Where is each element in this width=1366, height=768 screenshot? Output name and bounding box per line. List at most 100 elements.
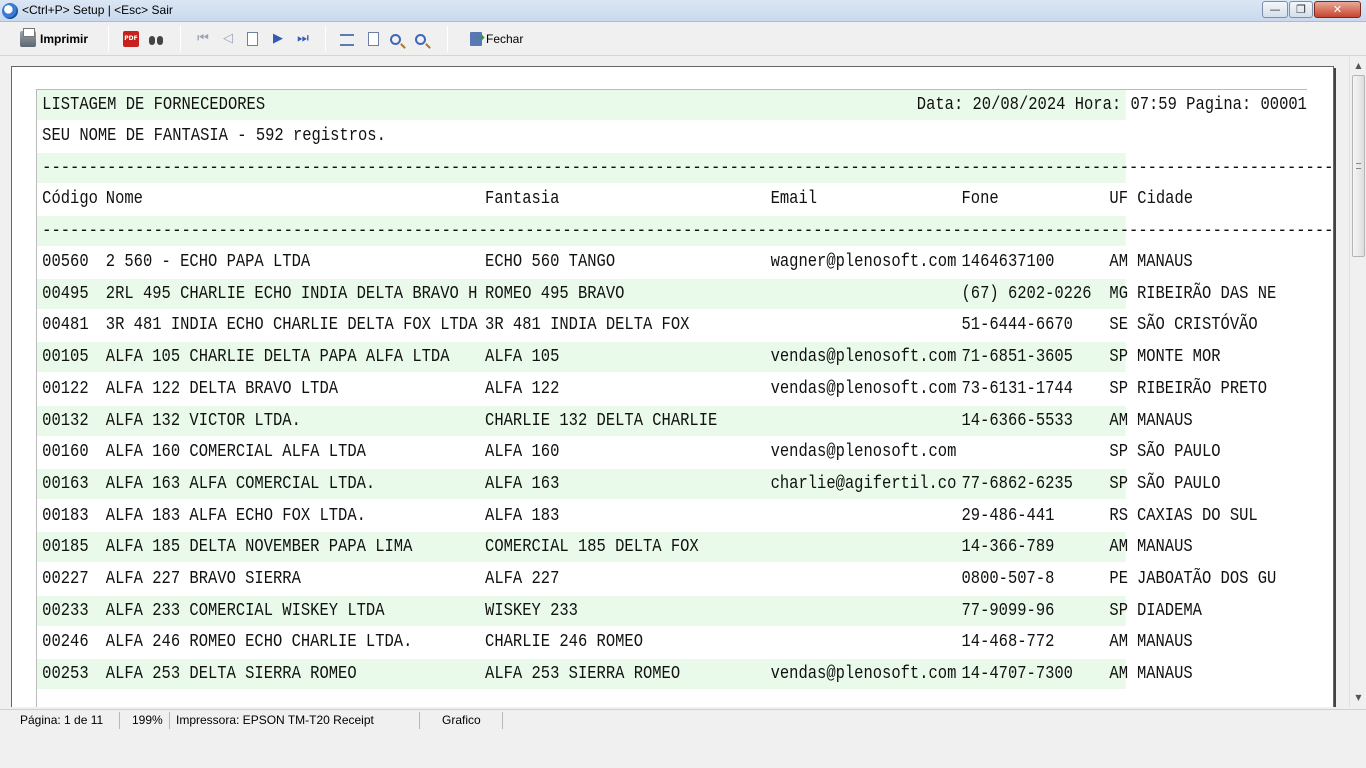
printer-icon	[20, 28, 36, 47]
table-row: 00481 3R 481 INDIA ECHO CHARLIE DELTA FOX…	[37, 310, 1258, 340]
cell-name: ALFA 246 ROMEO ECHO CHARLIE LTDA.	[105, 632, 413, 653]
cell-uf: MG	[1109, 283, 1129, 304]
cell-name: 2 560 - ECHO PAPA LTDA	[105, 252, 311, 272]
whole-page-button[interactable]	[366, 28, 379, 50]
cell-city: JABOATÃO DOS GU	[1136, 569, 1277, 589]
table-row: 00160 ALFA 160 COMERCIAL ALFA LTDA ALFA 16…	[37, 437, 1220, 467]
exit-icon	[470, 31, 485, 46]
status-zoom: 199%	[124, 712, 170, 729]
goto-page-button[interactable]	[245, 28, 258, 50]
maximize-button[interactable]: ❐	[1289, 1, 1313, 18]
cell-city: MONTE MOR	[1136, 347, 1221, 368]
toolbar-separator	[108, 26, 109, 52]
table-row: 00185 ALFA 185 DELTA NOVEMBER PAPA LIMA CO…	[37, 532, 1193, 563]
cell-name: ALFA 185 DELTA NOVEMBER PAPA LIMA	[105, 537, 413, 558]
report-viewer[interactable]: LISTAGEM DE FORNECEDORES Data: 20/08/202…	[0, 57, 1349, 707]
cell-city: MANAUS	[1136, 537, 1193, 558]
cell-city: MANAUS	[1136, 252, 1193, 272]
cell-email: vendas@plenosoft.com	[770, 378, 957, 399]
cell-city: SÃO CRISTÓVÃO	[1136, 315, 1258, 336]
cell-uf: AM	[1109, 632, 1129, 653]
export-pdf-button[interactable]: PDF	[123, 28, 139, 50]
col-name: Nome	[105, 189, 143, 209]
last-page-icon: ⏭	[297, 31, 309, 46]
cell-fantasy: ROMEO 495 BRAVO	[485, 283, 625, 304]
cell-uf: SP	[1109, 473, 1129, 494]
cell-fantasy: ALFA 253 SIERRA ROMEO	[485, 664, 681, 685]
cell-city: SÃO PAULO	[1136, 473, 1221, 494]
report-body: LISTAGEM DE FORNECEDORES Data: 20/08/202…	[36, 89, 1333, 707]
table-row: 00253 ALFA 253 DELTA SIERRA ROMEO ALFA 253…	[37, 659, 1193, 690]
scroll-down-arrow[interactable]: ▼	[1352, 691, 1365, 705]
cell-code: 00132	[42, 410, 89, 431]
cell-name: ALFA 253 DELTA SIERRA ROMEO	[105, 664, 357, 685]
cell-fantasy: COMERCIAL 185 DELTA FOX	[485, 537, 699, 558]
col-phone: Fone	[961, 189, 999, 209]
cell-phone: (67) 6202-0226	[961, 283, 1092, 304]
last-page-button[interactable]: ⏭	[295, 28, 311, 50]
minimize-button[interactable]: —	[1262, 1, 1288, 18]
cell-phone: 1464637100	[961, 252, 1055, 272]
page-width-button[interactable]	[340, 28, 354, 50]
cell-phone: 14-366-789	[961, 537, 1055, 558]
table-row: 00132 ALFA 132 VICTOR LTDA. CHARLIE 132 DE…	[37, 405, 1193, 436]
status-page: Página: 1 de 11	[2, 712, 120, 729]
col-code: Código	[42, 189, 98, 209]
close-window-button[interactable]: ✕	[1314, 1, 1361, 18]
cell-city: DIADEMA	[1136, 600, 1202, 621]
cell-phone: 14-4707-7300	[961, 664, 1073, 685]
table-row: 00233 ALFA 233 COMERCIAL WISKEY LTDA WISKE…	[37, 595, 1202, 626]
cell-fantasy: ALFA 160	[485, 442, 560, 463]
close-button[interactable]: Fechar	[470, 28, 523, 50]
cell-name: ALFA 163 ALFA COMERCIAL LTDA.	[105, 473, 376, 494]
column-header-row: Código Nome Fantasia Email Fone UF Cidad…	[37, 184, 1193, 214]
table-row: 00122 ALFA 122 DELTA BRAVO LTDA ALFA 122 ve…	[37, 374, 1267, 404]
next-page-button[interactable]: ▶	[270, 28, 286, 50]
status-bar: Página: 1 de 11 199% Impressora: EPSON T…	[0, 709, 1366, 730]
first-page-button[interactable]: ⏮	[195, 28, 211, 50]
col-email: Email	[770, 189, 818, 209]
title-bar: <Ctrl+P> Setup | <Esc> Sair — ❐ ✕	[0, 0, 1366, 22]
report-date-info: Data: 20/08/2024 Hora: 07:59 Pagina: 000…	[916, 95, 1307, 115]
cell-uf: AM	[1109, 252, 1129, 272]
print-button[interactable]: Imprimir	[20, 28, 88, 50]
cell-code: 00481	[42, 315, 89, 336]
vertical-scrollbar[interactable]: ▲ ▼	[1349, 57, 1366, 707]
first-page-icon: ⏮	[197, 31, 209, 46]
cell-fantasy: CHARLIE 246 ROMEO	[485, 632, 643, 653]
col-fantasy: Fantasia	[485, 189, 560, 209]
separator-line: ----------------------------------------…	[37, 153, 1333, 183]
zoom-in-icon	[390, 33, 401, 45]
scroll-up-arrow[interactable]: ▲	[1352, 59, 1365, 73]
cell-uf: PE	[1109, 569, 1129, 589]
cell-fantasy: ALFA 163	[485, 473, 560, 494]
cell-code: 00160	[42, 442, 89, 463]
zoom-in-button[interactable]	[390, 28, 401, 50]
table-row: 00495 2RL 495 CHARLIE ECHO INDIA DELTA BR…	[37, 278, 1276, 309]
cell-fantasy: ALFA 105	[485, 347, 560, 368]
cell-code: 00495	[42, 283, 89, 304]
cell-fantasy: CHARLIE 132 DELTA CHARLIE	[485, 410, 718, 431]
cell-fantasy: WISKEY 233	[485, 600, 578, 621]
whole-page-icon	[368, 32, 379, 46]
table-row: 00246 ALFA 246 ROMEO ECHO CHARLIE LTDA. CH…	[37, 627, 1193, 657]
cell-name: ALFA 122 DELTA BRAVO LTDA	[105, 378, 339, 399]
cell-code: 00185	[42, 537, 89, 558]
cell-name: ALFA 233 COMERCIAL WISKEY LTDA	[105, 600, 385, 621]
cell-phone: 14-468-772	[961, 632, 1055, 653]
zoom-out-button[interactable]	[415, 28, 426, 50]
report-subtitle-line: SEU NOME DE FANTASIA - 592 registros.	[37, 121, 1126, 151]
find-button[interactable]	[148, 28, 164, 50]
scroll-thumb[interactable]	[1352, 75, 1365, 257]
pdf-icon: PDF	[123, 31, 139, 47]
cell-code: 00183	[42, 505, 89, 526]
cell-uf: RS	[1109, 505, 1129, 526]
cell-phone: 77-6862-6235	[961, 473, 1073, 494]
cell-code: 00253	[42, 664, 89, 685]
cell-email: charlie@agifertil.co	[770, 473, 957, 494]
cell-city: MANAUS	[1136, 664, 1193, 685]
cell-email: vendas@plenosoft.com	[770, 664, 957, 685]
previous-page-button[interactable]: ◁	[220, 28, 236, 50]
window-title: <Ctrl+P> Setup | <Esc> Sair	[22, 3, 173, 17]
zoom-out-icon	[415, 33, 426, 45]
